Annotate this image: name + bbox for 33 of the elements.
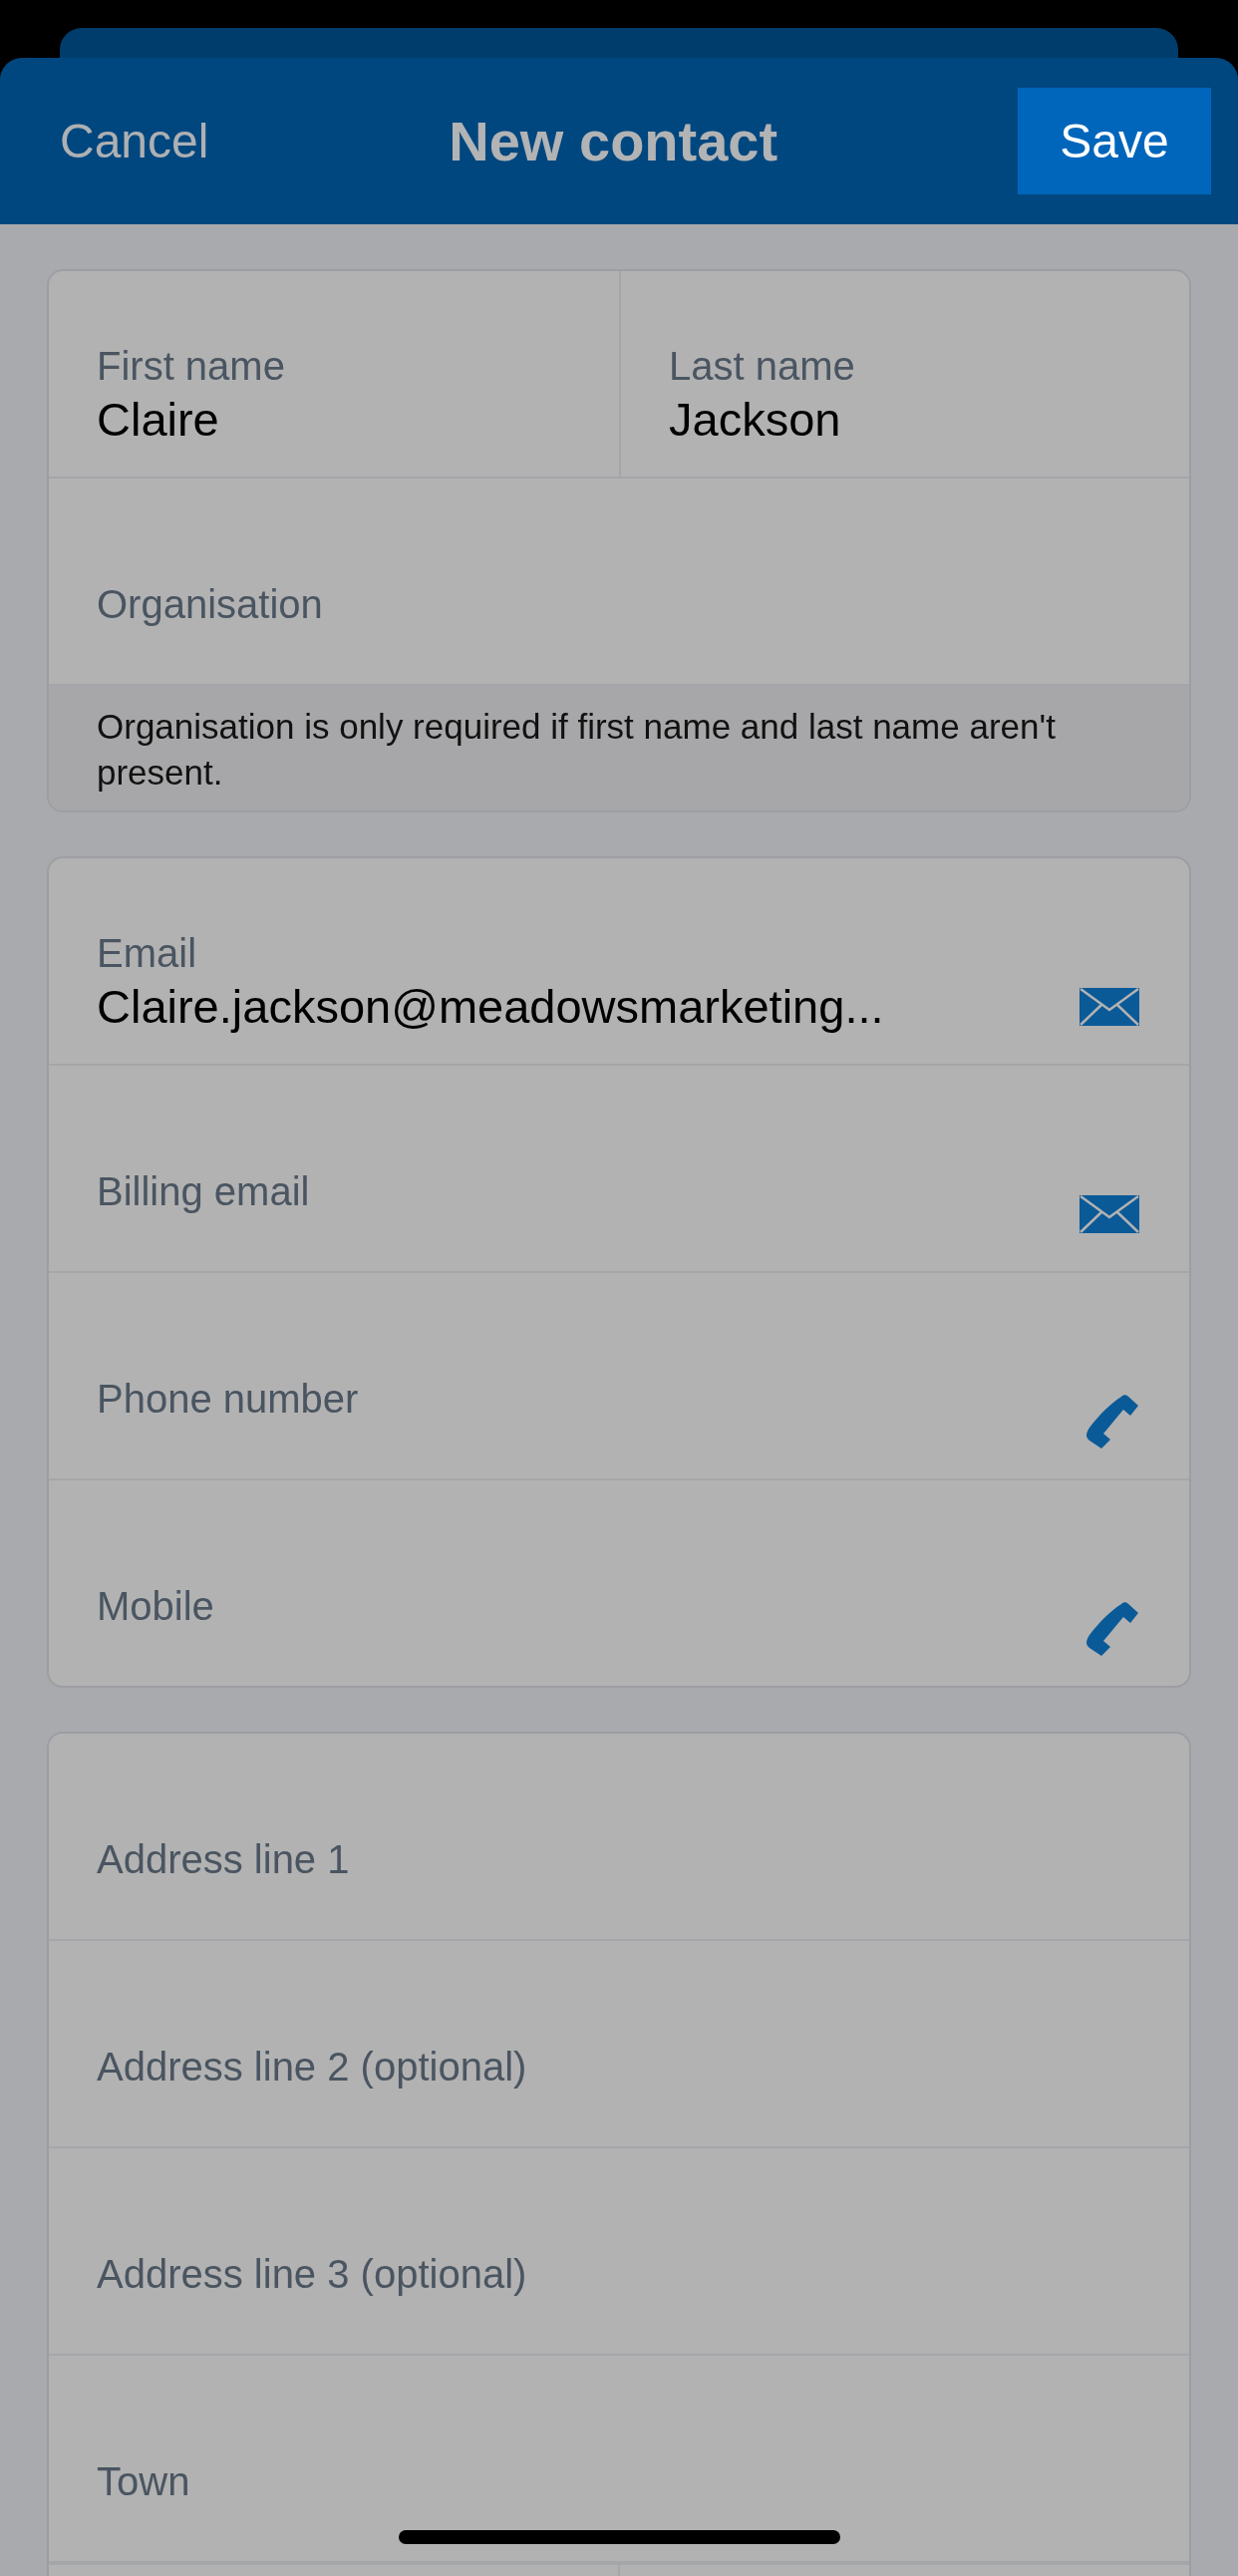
- field-label: Address line 1: [97, 1836, 350, 1882]
- input-field[interactable]: Mobile: [49, 1480, 1189, 1686]
- field-label: Billing email: [97, 1168, 310, 1214]
- field-label: Organisation: [97, 581, 323, 627]
- field-value: Claire: [97, 392, 220, 449]
- field-value: Claire.jackson@meadowsmarketing...: [97, 979, 884, 1036]
- field-label: Last name: [669, 343, 855, 390]
- input-field[interactable]: Email Claire.jackson@meadowsmarketing...: [49, 858, 1189, 1064]
- input-field[interactable]: Last name Jackson: [619, 271, 1189, 477]
- phone-icon: [1083, 1601, 1139, 1657]
- phone-icon: [1083, 1394, 1139, 1449]
- field-label: Address line 3 (optional): [97, 2251, 527, 2297]
- cancel-button[interactable]: Cancel: [60, 105, 209, 177]
- field-label: Phone number: [97, 1376, 359, 1422]
- input-field[interactable]: Address line 1: [49, 1734, 1189, 1939]
- input-field[interactable]: Address line 3 (optional): [49, 2148, 1189, 2354]
- field-label: Address line 2 (optional): [97, 2044, 527, 2090]
- input-field[interactable]: First name Claire: [49, 271, 620, 477]
- input-field[interactable]: Organisation: [49, 479, 1189, 684]
- field-label: Town: [97, 2458, 190, 2504]
- input-field[interactable]: Address line 2 (optional): [49, 1941, 1189, 2146]
- envelope-icon: [1080, 988, 1139, 1026]
- input-field[interactable]: Billing email: [49, 1066, 1189, 1271]
- helper-text: Organisation is only required if first name and last name aren't present.: [49, 686, 1189, 810]
- field-label: Email: [97, 930, 198, 977]
- field-label: Mobile: [97, 1583, 214, 1629]
- envelope-icon: [1080, 1195, 1139, 1233]
- input-field[interactable]: Town: [49, 2356, 1189, 2561]
- save-button[interactable]: Save: [1018, 88, 1211, 194]
- field-value: Jackson: [669, 392, 842, 449]
- field-label: First name: [97, 343, 285, 390]
- screen-title: New contact: [449, 108, 778, 174]
- input-field[interactable]: Phone number: [49, 1273, 1189, 1478]
